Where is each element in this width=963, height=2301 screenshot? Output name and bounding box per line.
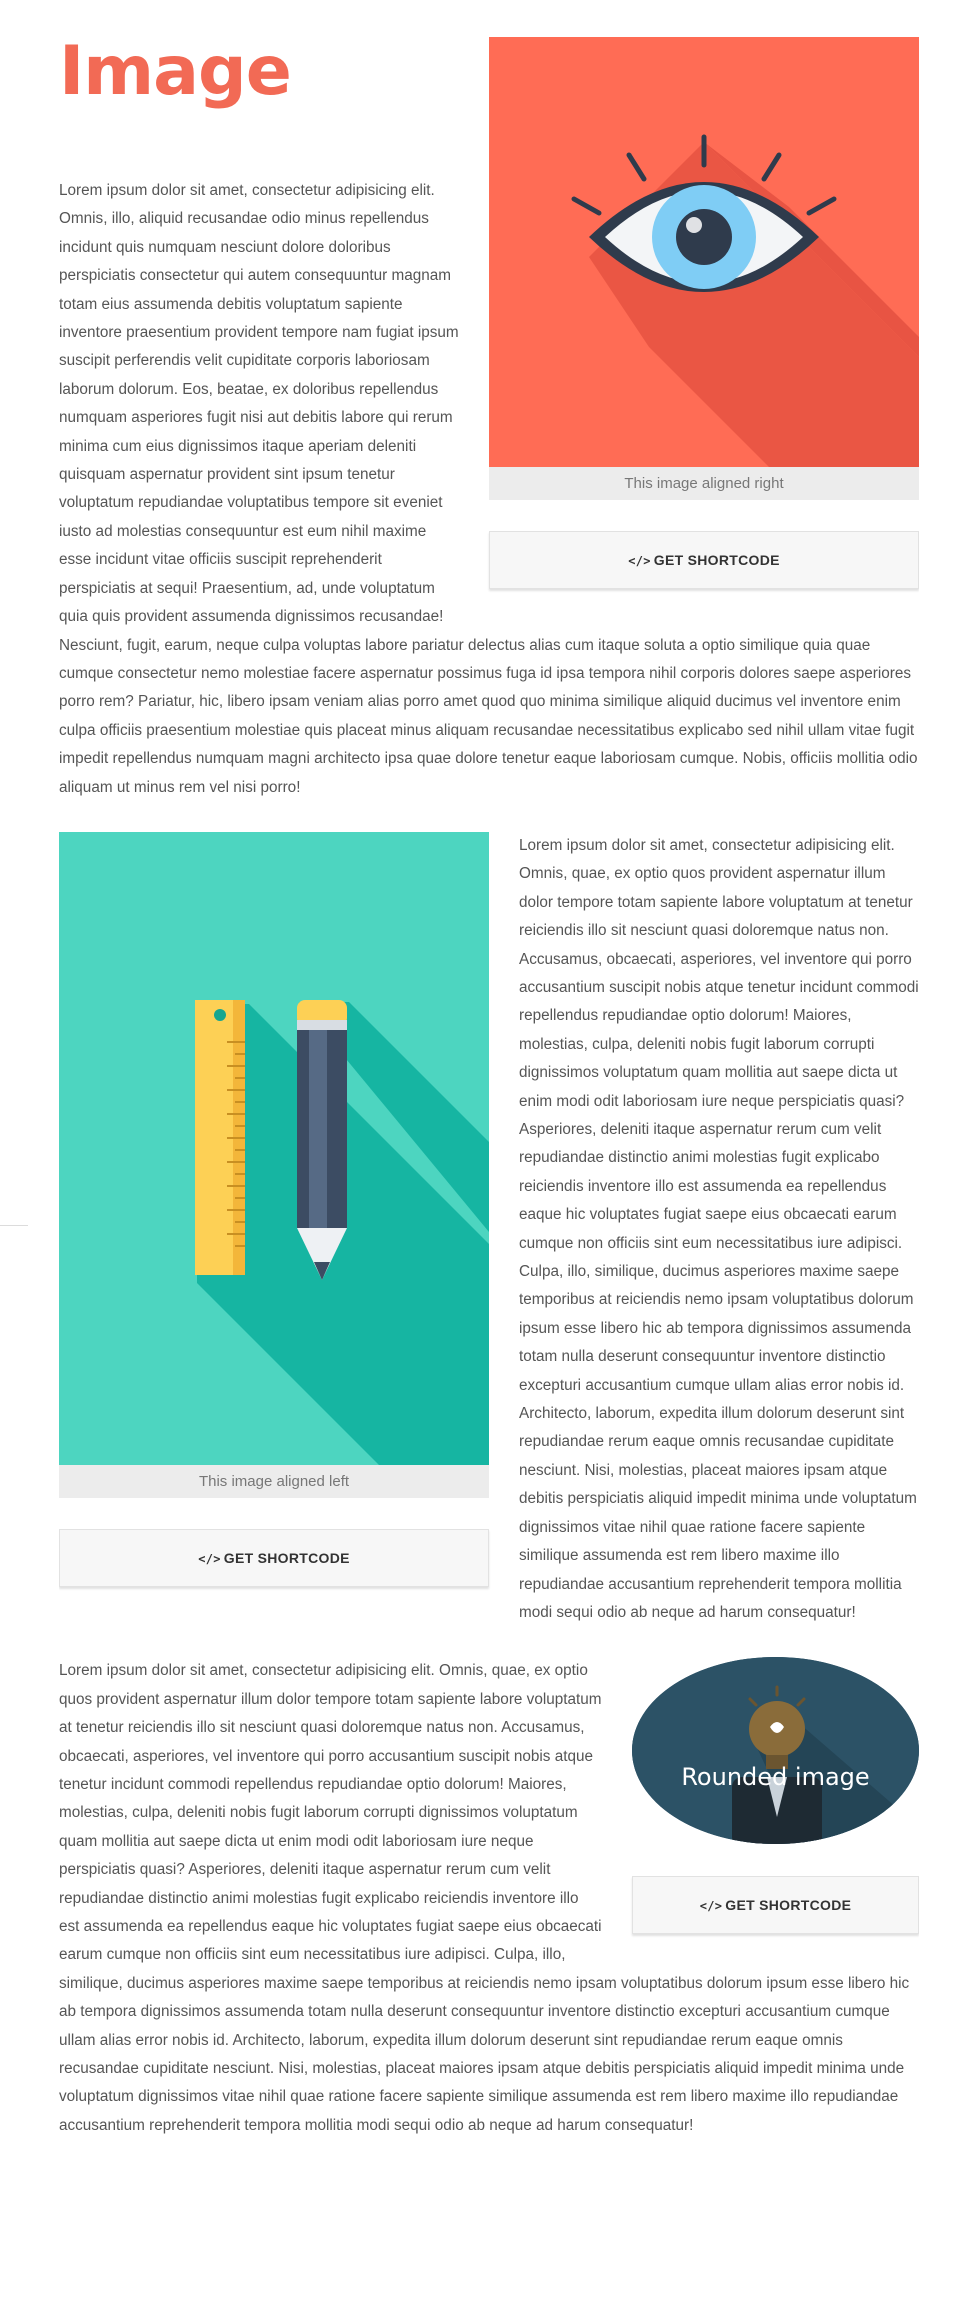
get-shortcode-button[interactable]: </> GET SHORTCODE (632, 1876, 919, 1935)
figure-right: This image aligned right </> GET SHORTCOD… (489, 37, 919, 589)
get-shortcode-button[interactable]: </> GET SHORTCODE (489, 531, 919, 589)
image-caption: This image aligned left (59, 1464, 489, 1498)
lightbulb-person-icon (632, 1657, 919, 1845)
pencil-ruler-illustration (59, 831, 489, 1465)
button-label: GET SHORTCODE (653, 552, 780, 568)
rounded-image-label: Rounded image (681, 1763, 870, 1792)
pencil-ruler-icon (59, 831, 489, 1465)
figure-left: This image aligned left </> GET SHORTCODE (59, 831, 489, 1587)
figure-rounded: Rounded image </> GET SHORTCODE (632, 1657, 919, 1935)
rounded-image: Rounded image (632, 1657, 919, 1845)
get-shortcode-button[interactable]: </> GET SHORTCODE (59, 1528, 489, 1587)
button-label: GET SHORTCODE (725, 1897, 852, 1914)
code-icon: </> (628, 554, 651, 568)
eye-illustration (489, 37, 919, 467)
code-icon: </> (699, 1899, 723, 1914)
code-icon: </> (198, 1551, 221, 1566)
section-rounded-image: Rounded image </> GET SHORTCODE Lorem ips… (59, 1657, 919, 2140)
content-area: This image aligned right </> GET SHORTCOD… (59, 37, 919, 2140)
eye-icon (489, 37, 919, 467)
section-image-left: This image aligned left </> GET SHORTCODE… (59, 831, 919, 1627)
button-label: GET SHORTCODE (223, 1549, 350, 1566)
page-edge-divider (0, 1225, 28, 1226)
section-image-right: This image aligned right </> GET SHORTCOD… (59, 37, 919, 802)
image-caption: This image aligned right (489, 467, 919, 500)
